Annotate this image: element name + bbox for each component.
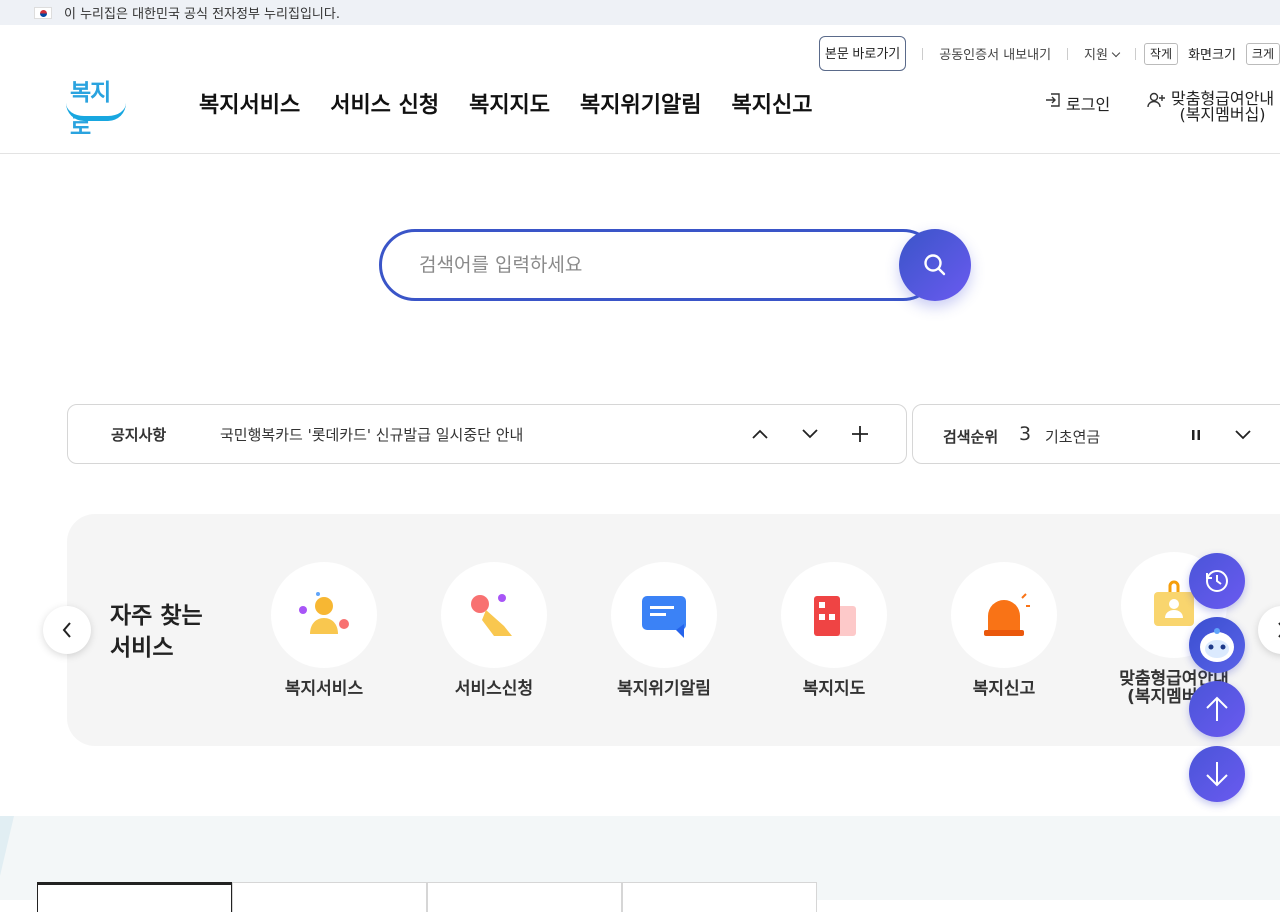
scroll-bottom-button[interactable] [1189, 746, 1245, 802]
rank-label: 검색순위 [943, 428, 999, 446]
search-rank-bar: 검색순위 3 기초연금 [912, 404, 1280, 464]
bottom-tabs [37, 882, 817, 912]
cert-export-link[interactable]: 공동인증서 내보내기 [931, 44, 1059, 63]
service-item-welfare-map[interactable]: 복지지도 [759, 562, 909, 698]
frequent-title-line2: 서비스 [110, 635, 174, 661]
building-icon [814, 596, 856, 636]
nav-service-apply[interactable]: 서비스 신청 [330, 87, 439, 119]
chevron-down-icon [1235, 430, 1251, 440]
touch-icon [471, 594, 512, 636]
notice-prev-button[interactable] [745, 419, 775, 449]
membership-label: 맞춤형급여안내 (복지멤버십) [1171, 91, 1274, 123]
scroll-top-button[interactable] [1189, 681, 1245, 737]
chevron-left-icon [62, 622, 71, 638]
bottom-section [0, 816, 1280, 912]
notice-label: 공지사항 [111, 425, 167, 444]
person-icon [299, 592, 349, 634]
nav-crisis-alert[interactable]: 복지위기알림 [580, 87, 701, 119]
support-label: 지원 [1084, 48, 1108, 63]
logo-smile-icon [66, 103, 126, 121]
gov-banner-text: 이 누리집은 대한민국 공식 전자정부 누리집입니다. [64, 7, 340, 22]
notice-more-button[interactable] [845, 419, 875, 449]
chat-icon [642, 596, 686, 638]
frequent-services-title: 자주 찾는 서비스 [110, 600, 230, 664]
history-icon [1206, 570, 1228, 592]
frequent-title-line1: 자주 찾는 [110, 603, 203, 629]
search-box [379, 229, 971, 301]
carousel-prev-button[interactable] [43, 606, 91, 654]
chevron-up-icon [752, 429, 768, 439]
user-add-icon [1147, 92, 1165, 108]
service-item-apply[interactable]: 서비스신청 [419, 562, 569, 698]
tab-2[interactable] [232, 882, 427, 912]
service-label: 복지지도 [802, 679, 866, 699]
arrow-up-icon [1206, 696, 1228, 721]
login-label: 로그인 [1066, 95, 1111, 114]
search-input[interactable] [379, 229, 939, 301]
service-item-report[interactable]: 복지신고 [929, 562, 1079, 698]
tab-1[interactable] [37, 882, 232, 912]
rank-keyword[interactable]: 기초연금 [1045, 426, 1100, 447]
membership-label-line2: (복지멤버십) [1179, 105, 1266, 124]
search-icon [924, 254, 946, 276]
main-nav: 복지서비스 서비스 신청 복지지도 복지위기알림 복지신고 [199, 87, 812, 119]
nav-welfare-service[interactable]: 복지서비스 [199, 87, 300, 119]
notice-text[interactable]: 국민행복카드 '롯데카드' 신규발급 일시중단 안내 [220, 424, 523, 445]
site-logo[interactable]: 복지로 [64, 73, 128, 140]
chatbot-icon [1200, 628, 1234, 662]
arrow-down-icon [1206, 762, 1228, 787]
login-icon [1046, 93, 1060, 107]
rank-number: 3 [1019, 423, 1032, 445]
tab-3[interactable] [427, 882, 622, 912]
service-item-crisis-alert[interactable]: 복지위기알림 [589, 562, 739, 698]
service-item-welfare[interactable]: 복지서비스 [249, 562, 399, 698]
font-small-button[interactable]: 작게 [1143, 42, 1179, 65]
service-label: 서비스신청 [454, 679, 534, 699]
rank-pause-button[interactable] [1181, 420, 1211, 450]
plus-icon [852, 426, 868, 442]
service-label: 복지신고 [972, 679, 1036, 699]
chatbot-button[interactable] [1189, 617, 1245, 673]
recent-view-button[interactable] [1189, 553, 1245, 609]
membership-button[interactable]: 맞춤형급여안내 (복지멤버십) [1147, 91, 1274, 123]
gov-banner: 이 누리집은 대한민국 공식 전자정부 누리집입니다. [0, 0, 1280, 25]
decorative-shape [0, 816, 14, 876]
screen-size-label: 화면크기 [1188, 48, 1236, 63]
nav-welfare-map[interactable]: 복지지도 [469, 87, 550, 119]
service-label: 복지서비스 [284, 679, 364, 699]
login-button[interactable]: 로그인 [1044, 91, 1110, 115]
search-button[interactable] [899, 229, 971, 301]
siren-icon [984, 593, 1030, 636]
font-large-button[interactable]: 크게 [1245, 42, 1280, 65]
pause-icon [1192, 430, 1200, 440]
skip-to-content-button[interactable]: 본문 바로가기 [818, 36, 907, 71]
korea-flag-icon [34, 6, 52, 19]
service-label: 복지위기알림 [617, 679, 711, 699]
nav-welfare-report[interactable]: 복지신고 [732, 87, 813, 119]
notice-next-button[interactable] [795, 419, 825, 449]
utility-bar: 본문 바로가기 공동인증서 내보내기 지원 작게 화면크기 크게 [818, 36, 1280, 71]
chevron-down-icon [802, 429, 818, 439]
support-dropdown[interactable]: 지원 [1076, 44, 1127, 63]
chevron-right-icon [1278, 622, 1280, 638]
site-header: 본문 바로가기 공동인증서 내보내기 지원 작게 화면크기 크게 복지로 복지서… [0, 25, 1280, 154]
chevron-down-icon [1111, 48, 1121, 58]
notice-bar: 공지사항 국민행복카드 '롯데카드' 신규발급 일시중단 안내 [67, 404, 907, 464]
tab-4[interactable] [622, 882, 817, 912]
rank-expand-button[interactable] [1228, 420, 1258, 450]
frequent-services-panel: 자주 찾는 서비스 복지서비스 서비스신청 복지위기알림 복지지도 복지신고 맞… [67, 514, 1280, 746]
